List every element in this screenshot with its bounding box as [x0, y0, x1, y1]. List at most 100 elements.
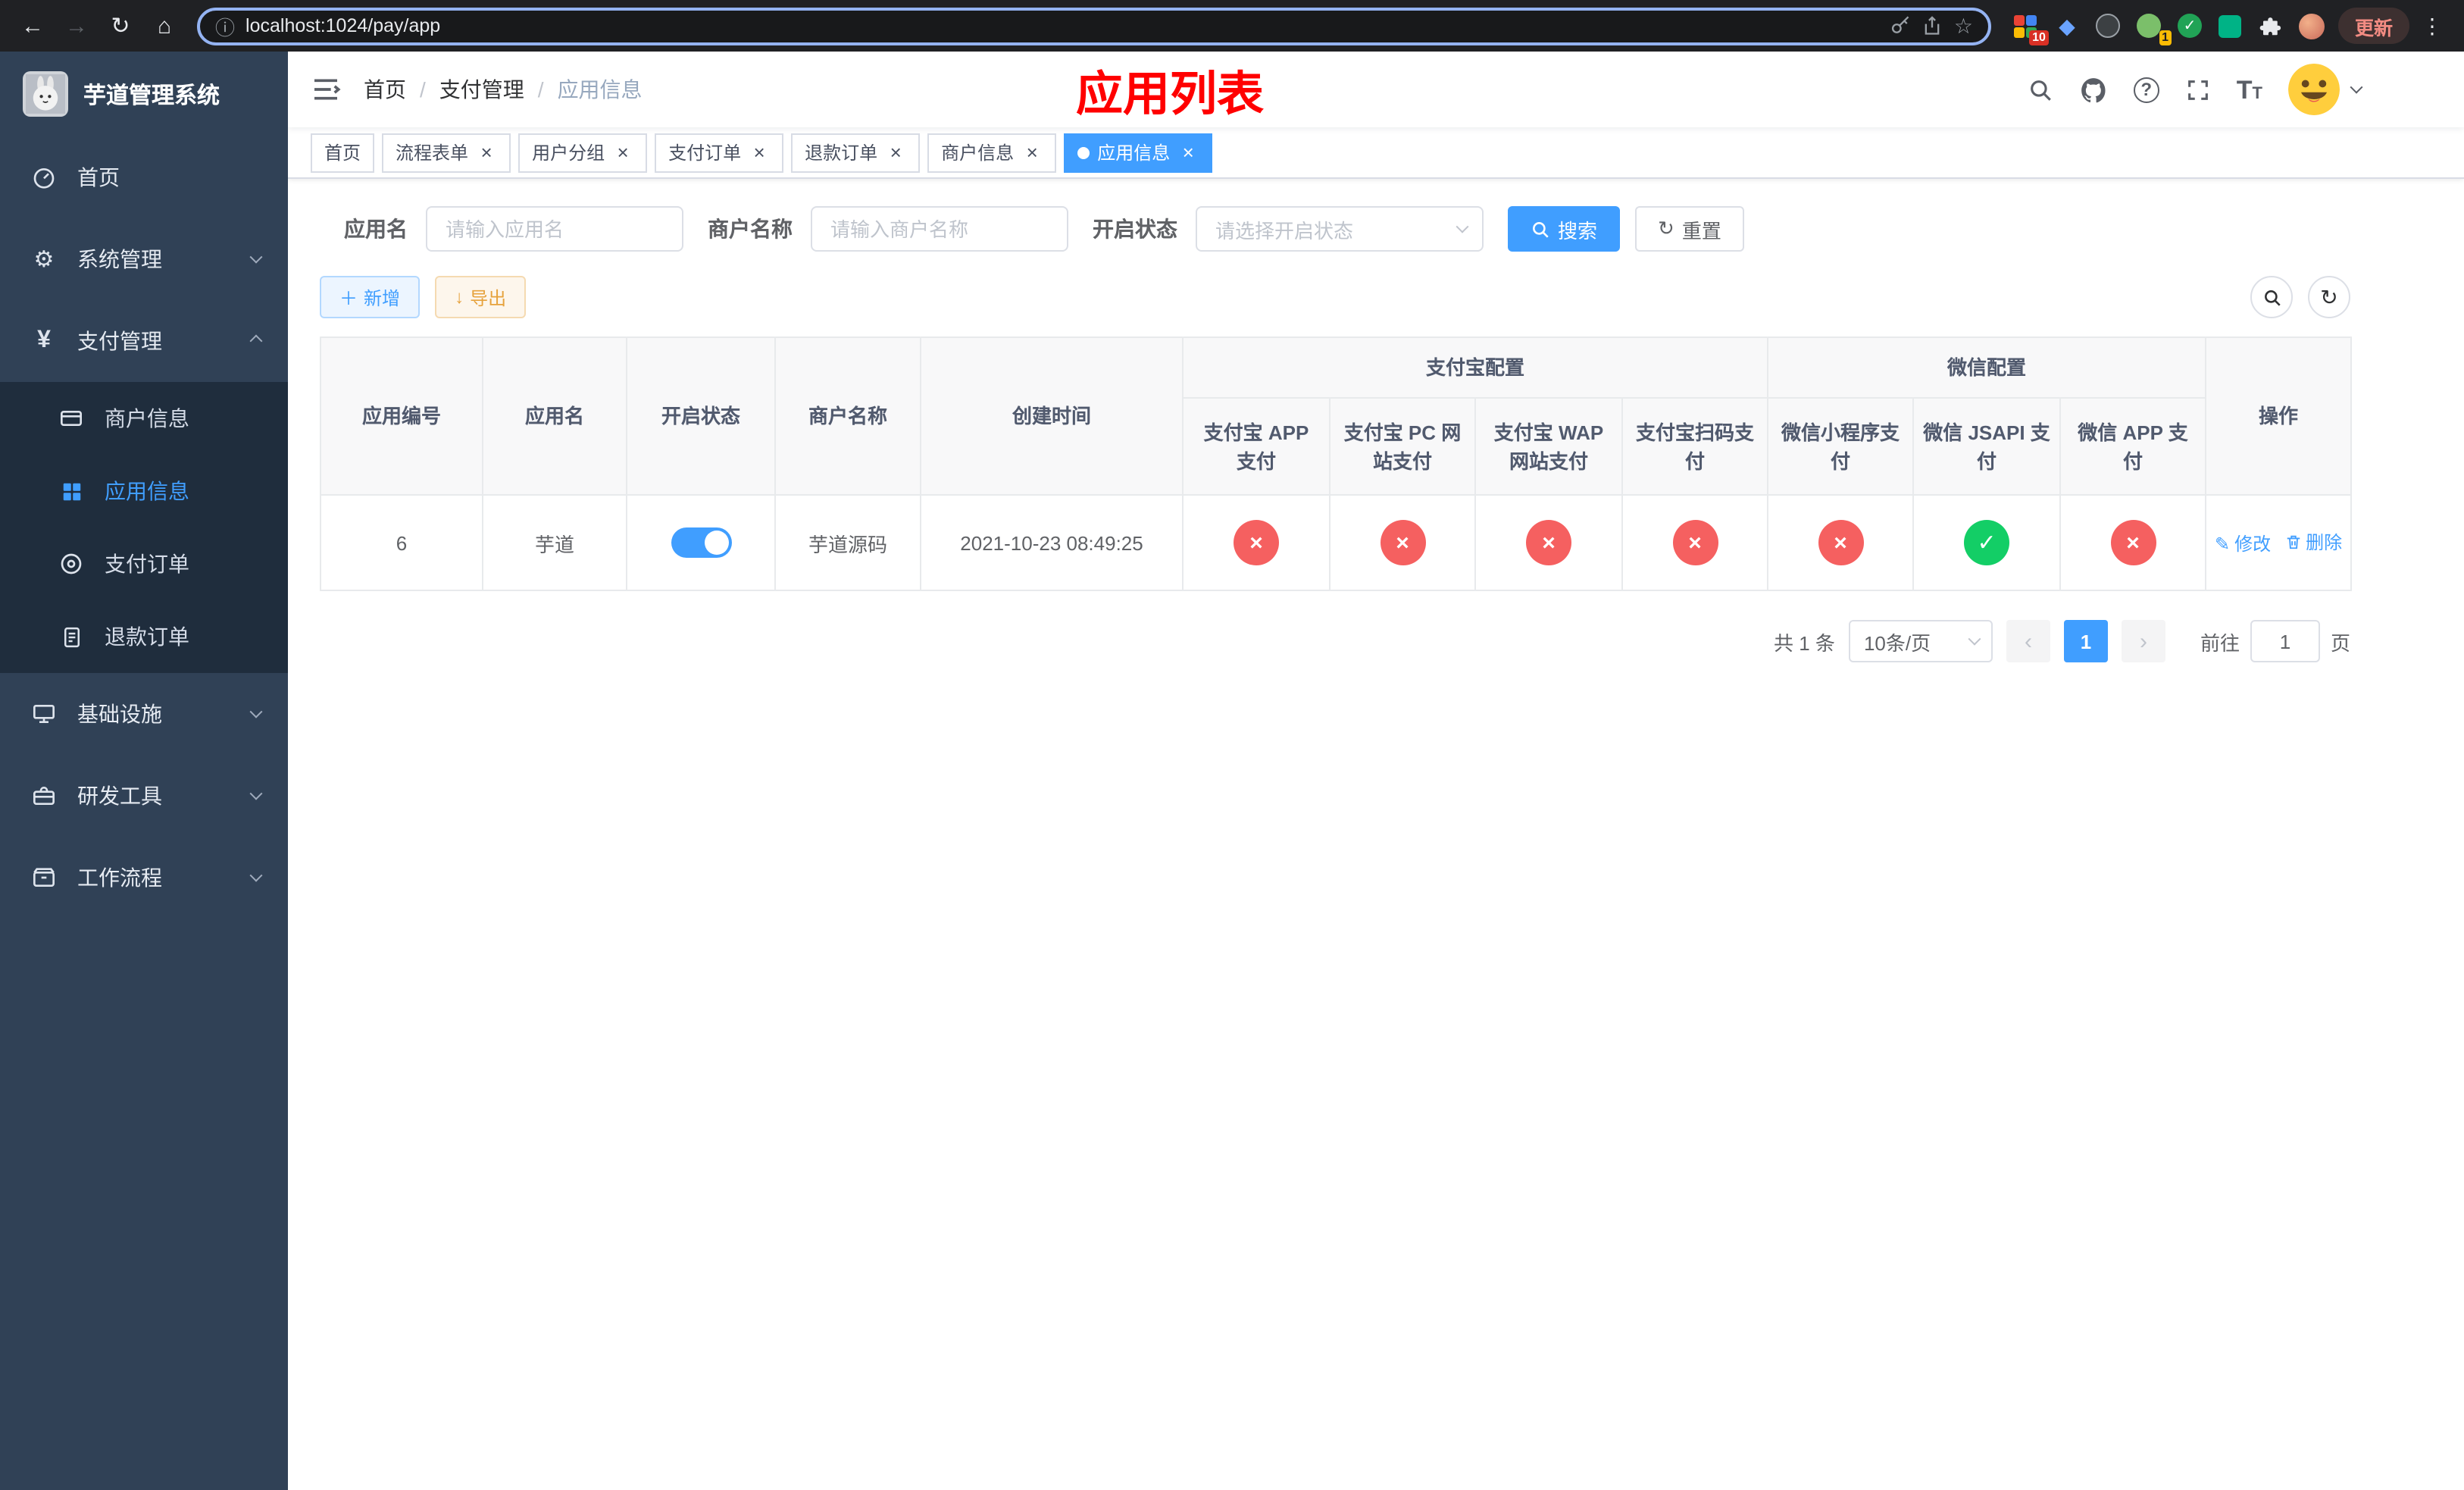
password-key-icon[interactable] — [1890, 15, 1912, 36]
address-bar[interactable]: ⓘ localhost:1024/pay/app ☆ — [197, 7, 1991, 45]
browser-forward-button[interactable]: → — [56, 5, 97, 46]
extension-globe-icon[interactable] — [2094, 12, 2122, 39]
tab-refund-orders[interactable]: 退款订单 — [791, 133, 921, 172]
browser-back-button[interactable]: ← — [12, 5, 53, 46]
wx-jsapi-status-icon: ✓ — [1964, 520, 2010, 565]
sidebar-item-system[interactable]: ⚙ 系统管理 — [0, 218, 288, 300]
top-navbar: 首页 / 支付管理 / 应用信息 应用列表 ? TT — [288, 52, 2464, 127]
chevron-down-icon — [249, 869, 263, 882]
col-alipay-wap: 支付宝 WAP 网站支付 — [1474, 397, 1623, 496]
extension-gem-icon[interactable]: ◆ — [2053, 12, 2081, 39]
extension-note-icon[interactable] — [2217, 12, 2244, 39]
tab-app-info[interactable]: 应用信息 — [1064, 133, 1213, 172]
main-content: 应用名 商户名称 开启状态 请选择开启状态 搜索 ↻ 重置 — [288, 179, 2464, 1490]
cell-actions: ✎ 修改 删除 — [2205, 494, 2353, 591]
status-toggle[interactable] — [671, 527, 731, 558]
add-button[interactable]: ＋ 新增 — [320, 276, 421, 318]
page-jumper: 前往 页 — [2200, 620, 2350, 662]
status-select[interactable]: 请选择开启状态 — [1196, 206, 1484, 252]
cell-created: 2021-10-23 08:49:25 — [920, 494, 1184, 591]
github-icon[interactable] — [2079, 75, 2108, 104]
sidebar-item-pay-orders[interactable]: 支付订单 — [0, 527, 288, 600]
extension-avatar-icon[interactable]: 1 — [2135, 12, 2172, 45]
page-1-button[interactable]: 1 — [2063, 620, 2108, 662]
breadcrumb-home[interactable]: 首页 — [364, 74, 406, 105]
close-icon[interactable] — [1021, 142, 1043, 163]
col-wx-mini: 微信小程序支付 — [1767, 397, 1915, 496]
site-info-icon[interactable]: ⓘ — [215, 11, 235, 40]
sidebar-item-home[interactable]: 首页 — [0, 136, 288, 218]
help-icon[interactable]: ? — [2133, 77, 2159, 102]
chevron-down-icon — [1968, 632, 1981, 646]
close-icon[interactable] — [1177, 142, 1199, 163]
extension-grid-icon[interactable]: 10 — [2012, 12, 2049, 45]
bookmark-star-icon[interactable]: ☆ — [1954, 13, 1973, 39]
page-size-select[interactable]: 10条/页 — [1848, 620, 1993, 662]
tags-view-bar: 首页 流程表单 用户分组 支付订单 退款订单 商户信息 应用信息 — [288, 127, 2464, 179]
browser-reload-button[interactable]: ↻ — [100, 5, 141, 46]
fullscreen-icon[interactable] — [2185, 77, 2211, 102]
sidebar-item-payment[interactable]: ¥ 支付管理 — [0, 300, 288, 382]
font-size-icon[interactable]: TT — [2237, 77, 2262, 102]
cell-merchant: 芋道源码 — [774, 494, 921, 591]
profile-avatar-icon[interactable] — [2299, 12, 2326, 39]
refresh-button[interactable]: ↻ — [2308, 276, 2350, 318]
toggle-search-button[interactable] — [2250, 276, 2293, 318]
active-dot — [1077, 146, 1090, 158]
sidebar-item-app-info[interactable]: 应用信息 — [0, 455, 288, 527]
refresh-icon: ↻ — [1658, 217, 1674, 239]
user-avatar-menu[interactable] — [2288, 64, 2363, 115]
sidebar-logo-row[interactable]: 芋道管理系统 — [0, 52, 288, 136]
jump-suffix: 页 — [2330, 631, 2350, 654]
tab-process-form[interactable]: 流程表单 — [382, 133, 511, 172]
share-icon[interactable] — [1922, 15, 1943, 36]
search-button[interactable]: 搜索 — [1508, 206, 1621, 252]
group-wechat-config: 微信配置 — [1767, 337, 2207, 399]
close-icon[interactable] — [612, 142, 633, 163]
prev-page-button[interactable]: ‹ — [2006, 620, 2050, 662]
sidebar-item-dev-tools[interactable]: 研发工具 — [0, 755, 288, 837]
reset-button[interactable]: ↻ 重置 — [1635, 206, 1744, 252]
edit-link[interactable]: ✎ 修改 — [2215, 531, 2271, 557]
merchant-name-input[interactable] — [811, 206, 1068, 252]
tab-pay-orders[interactable]: 支付订单 — [655, 133, 784, 172]
url-text: localhost:1024/pay/app — [245, 15, 441, 36]
header-search-icon[interactable] — [2028, 77, 2053, 102]
application-window: ← → ↻ ⌂ ⓘ localhost:1024/pay/app ☆ 10 ◆ — [0, 0, 2464, 1490]
app-name-input[interactable] — [426, 206, 683, 252]
chevron-down-icon — [1456, 220, 1469, 233]
browser-menu-icon[interactable]: ⋮ — [2412, 13, 2452, 39]
export-button[interactable]: ↓ 导出 — [435, 276, 527, 318]
browser-home-button[interactable]: ⌂ — [144, 5, 185, 46]
close-icon[interactable] — [749, 142, 770, 163]
extension-check-icon[interactable]: ✓ — [2176, 12, 2203, 39]
app-table: 应用编号 应用名 开启状态 商户名称 创建时间 支付宝配置 微信配置 操作 支付… — [320, 337, 2353, 591]
sidebar-item-infrastructure[interactable]: 基础设施 — [0, 673, 288, 755]
sidebar-item-workflow[interactable]: 工作流程 — [0, 837, 288, 919]
browser-update-button[interactable]: 更新 — [2337, 8, 2409, 44]
sidebar-item-refund-orders[interactable]: 退款订单 — [0, 600, 288, 673]
tab-merchant-info[interactable]: 商户信息 — [927, 133, 1057, 172]
jump-page-input[interactable] — [2250, 620, 2320, 662]
pagination-total: 共 1 条 — [1774, 631, 1835, 654]
tab-user-group[interactable]: 用户分组 — [518, 133, 648, 172]
breadcrumb-payment[interactable]: 支付管理 — [439, 74, 524, 105]
wx-mini-status-icon: × — [1818, 520, 1864, 565]
page-title: 应用列表 — [1076, 67, 1264, 121]
next-page-button[interactable]: › — [2121, 620, 2165, 662]
navbar-tools: ? TT — [2028, 64, 2464, 115]
trash-icon — [2286, 535, 2300, 549]
close-icon[interactable] — [885, 142, 906, 163]
close-icon[interactable] — [476, 142, 497, 163]
dashboard-icon — [30, 165, 58, 189]
cell-status — [626, 494, 776, 591]
extensions-puzzle-icon[interactable] — [2258, 12, 2285, 39]
document-icon — [58, 625, 85, 648]
breadcrumb-current: 应用信息 — [557, 77, 643, 102]
toolbox-icon — [30, 784, 58, 808]
avatar-extension-badge: 1 — [2159, 30, 2172, 45]
sidebar-toggle-icon[interactable] — [288, 74, 364, 105]
tab-home[interactable]: 首页 — [311, 133, 375, 172]
delete-link[interactable]: 删除 — [2284, 529, 2342, 555]
sidebar-item-merchant-info[interactable]: 商户信息 — [0, 382, 288, 455]
